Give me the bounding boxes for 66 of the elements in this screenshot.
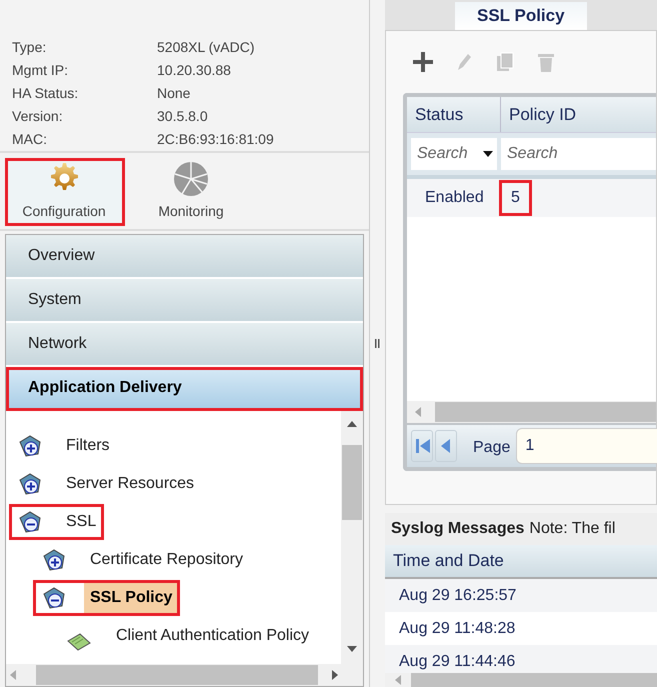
info-label: Mgmt IP: [12, 61, 70, 80]
collapse-icon[interactable] [42, 586, 66, 610]
tree-item[interactable]: SSL Policy [84, 580, 178, 616]
table-cell: 5 [499, 180, 532, 216]
expand-icon[interactable] [18, 434, 42, 458]
pager-button[interactable] [411, 430, 433, 462]
expand-icon[interactable] [18, 472, 42, 496]
expand-icon[interactable] [42, 548, 66, 572]
info-value: 5208XL (vADC) [157, 38, 255, 57]
accordion-header[interactable]: Overview [6, 235, 363, 279]
document-icon [66, 631, 92, 653]
add-icon [413, 52, 433, 72]
column-header[interactable]: Time and Date [385, 545, 657, 579]
column-header[interactable]: Policy ID [501, 97, 656, 132]
highlighted-tree-row[interactable]: SSL Policy [33, 580, 180, 616]
highlighted-tree-row[interactable]: SSL [9, 504, 104, 540]
scroll-left-icon[interactable] [415, 407, 421, 417]
scrollbar-thumb[interactable] [435, 402, 656, 422]
mode-button[interactable]: Configuration [5, 158, 125, 226]
tree-item[interactable]: Client Authentication Policy [110, 618, 315, 654]
scroll-left-icon [395, 675, 401, 685]
tree-item[interactable]: Filters [60, 428, 116, 464]
info-label: HA Status: [12, 84, 80, 103]
scrollbar-thumb[interactable] [342, 445, 362, 520]
table-cell-text: Enabled [425, 188, 484, 208]
tree-item[interactable]: Server Resources [60, 466, 200, 502]
info-value: 10.20.30.88 [157, 61, 231, 80]
tree-item[interactable]: Certificate Repository [84, 542, 249, 578]
vertical-scrollbar[interactable] [341, 411, 363, 664]
column-header[interactable]: Status [407, 97, 501, 132]
info-label: Version: [12, 107, 64, 126]
info-value: 2C:B6:93:16:81:09 [157, 130, 274, 149]
scrollbar-thumb[interactable] [36, 665, 318, 685]
add-button[interactable] [411, 50, 435, 74]
info-label: Type: [12, 38, 48, 57]
panel-title: Syslog Messages [391, 519, 524, 539]
tree-item[interactable]: SSL [60, 504, 102, 540]
note-text: Note: The fil [529, 519, 616, 539]
mode-button[interactable]: Monitoring [131, 158, 251, 226]
page-label: Page [473, 438, 510, 458]
accordion-header[interactable]: System [6, 279, 363, 323]
scroll-up-icon[interactable] [347, 421, 357, 427]
pie-chart-icon [174, 162, 208, 196]
accordion-header[interactable]: Application Delivery [6, 367, 363, 411]
horizontal-scrollbar[interactable] [6, 664, 363, 686]
info-value: None [157, 84, 190, 103]
scroll-down-icon[interactable] [347, 646, 357, 652]
horizontal-scrollbar[interactable] [407, 401, 656, 423]
scroll-right-icon[interactable] [332, 670, 338, 680]
dropdown-arrow-icon[interactable] [483, 151, 493, 157]
table-cell-text: Aug 29 16:25:57 [399, 586, 516, 606]
scroll-left-icon[interactable] [10, 670, 16, 680]
pager-button[interactable] [435, 430, 457, 462]
page-number-field[interactable]: 1 [516, 428, 657, 464]
info-value: 30.5.8.0 [157, 107, 208, 126]
trash-icon [536, 52, 556, 72]
table-cell-text: Aug 29 11:44:46 [399, 652, 516, 672]
info-label: MAC: [12, 130, 48, 149]
search-field[interactable]: Search [411, 138, 497, 170]
copy-icon [495, 52, 515, 72]
collapse-icon[interactable] [18, 510, 42, 534]
accordion-header[interactable]: Network [6, 323, 363, 367]
tab[interactable]: SSL Policy [455, 2, 587, 30]
splitter-grip-icon[interactable] [375, 339, 380, 348]
search-field[interactable]: Search [501, 138, 656, 170]
table-cell-text: Aug 29 11:48:28 [399, 618, 516, 638]
